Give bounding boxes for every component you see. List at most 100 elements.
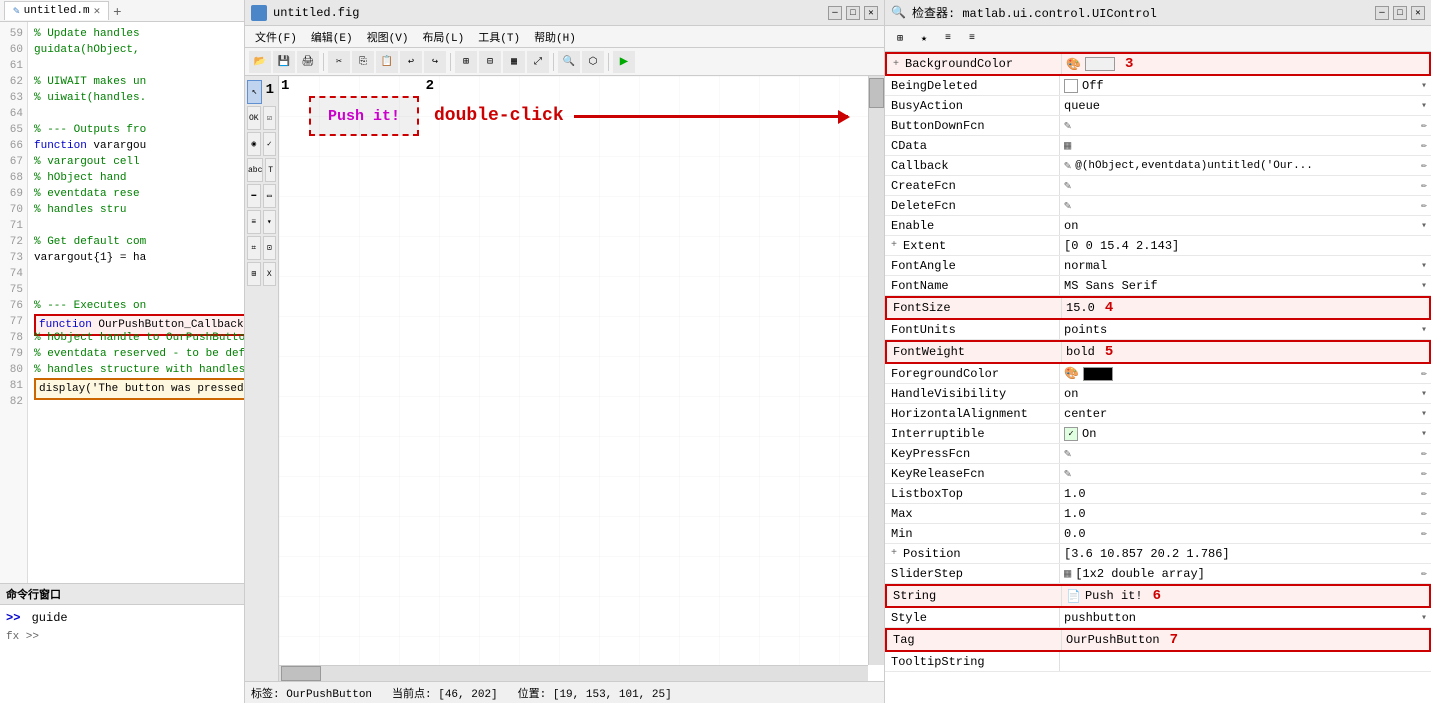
- menu-file[interactable]: 文件(F): [249, 27, 303, 47]
- delete-fcn-edit[interactable]: ✏: [1421, 200, 1427, 212]
- canvas-scroll-vertical[interactable]: [868, 76, 884, 665]
- activex-tool[interactable]: X: [263, 262, 277, 286]
- figure-canvas[interactable]: 1 Push it! 2 double-click: [279, 76, 884, 681]
- prop-value-position[interactable]: [3.6 10.857 20.2 1.786]: [1060, 544, 1431, 563]
- slider-tool[interactable]: ━: [247, 184, 261, 208]
- prop-value-key-press-fcn[interactable]: ✎ ✏: [1060, 444, 1431, 463]
- inspector-tb-btn3[interactable]: ≡: [937, 29, 959, 49]
- inspector-tb-btn1[interactable]: ⊞: [889, 29, 911, 49]
- tb-grid-button[interactable]: ▦: [503, 51, 525, 73]
- prop-value-font-units[interactable]: points ▾: [1060, 320, 1431, 339]
- tb-zoom-button[interactable]: 🔍: [558, 51, 580, 73]
- prop-value-max[interactable]: 1.0 ✏: [1060, 504, 1431, 523]
- slider-step-edit[interactable]: ✏: [1421, 568, 1427, 580]
- enable-dropdown[interactable]: ▾: [1421, 220, 1427, 232]
- button-down-fcn-edit[interactable]: ✏: [1421, 120, 1427, 132]
- prop-value-font-size[interactable]: 15.0 4: [1062, 298, 1429, 318]
- tb-undo-button[interactable]: ↩: [400, 51, 422, 73]
- prop-value-tooltip-string[interactable]: [1060, 652, 1431, 671]
- create-fcn-edit[interactable]: ✏: [1421, 180, 1427, 192]
- being-deleted-dropdown[interactable]: ▾: [1421, 80, 1427, 92]
- push-button-widget[interactable]: Push it!: [309, 96, 419, 136]
- prop-value-handle-visibility[interactable]: on ▾: [1060, 384, 1431, 403]
- listbox-top-edit[interactable]: ✏: [1421, 488, 1427, 500]
- tb-run-button[interactable]: ▶: [613, 51, 635, 73]
- prop-value-listbox-top[interactable]: 1.0 ✏: [1060, 484, 1431, 503]
- being-deleted-checkbox[interactable]: [1064, 79, 1078, 93]
- font-angle-dropdown[interactable]: ▾: [1421, 260, 1427, 272]
- prop-value-enable[interactable]: on ▾: [1060, 216, 1431, 235]
- tb-redo-button[interactable]: ↪: [424, 51, 446, 73]
- edit-tool[interactable]: abc: [247, 158, 263, 182]
- scroll-thumb-v[interactable]: [869, 78, 884, 108]
- prop-value-background-color[interactable]: 🎨 3: [1062, 54, 1429, 74]
- editor-tab[interactable]: ✎ untitled.m ✕: [4, 1, 109, 20]
- tb-copy-button[interactable]: ⎘: [352, 51, 374, 73]
- tb-open-button[interactable]: 📂: [249, 51, 271, 73]
- inspector-close[interactable]: ✕: [1411, 6, 1425, 20]
- font-units-dropdown[interactable]: ▾: [1421, 324, 1427, 336]
- prop-value-key-release-fcn[interactable]: ✎ ✏: [1060, 464, 1431, 483]
- menu-view[interactable]: 视图(V): [361, 27, 415, 47]
- prop-value-button-down-fcn[interactable]: ✎ ✏: [1060, 116, 1431, 135]
- prop-value-font-weight[interactable]: bold 5: [1062, 342, 1429, 362]
- tb-paste-button[interactable]: 📋: [376, 51, 398, 73]
- font-name-dropdown[interactable]: ▾: [1421, 280, 1427, 292]
- tb-dist-button[interactable]: ⊟: [479, 51, 501, 73]
- tb-print-button[interactable]: 🖨: [297, 51, 319, 73]
- canvas-scroll-horizontal[interactable]: [279, 665, 868, 681]
- pushbutton-tool[interactable]: OK: [247, 106, 261, 130]
- prop-value-interruptible[interactable]: ✓ On ▾: [1060, 424, 1431, 443]
- toggle-tool[interactable]: ☑: [263, 106, 277, 130]
- color-swatch-background[interactable]: [1085, 57, 1115, 71]
- check-tool[interactable]: ✓: [263, 132, 277, 156]
- tb-save-button[interactable]: 💾: [273, 51, 295, 73]
- close-button[interactable]: ✕: [864, 6, 878, 20]
- prop-value-cdata[interactable]: ▦ ✏: [1060, 136, 1431, 155]
- menu-edit[interactable]: 编辑(E): [305, 27, 359, 47]
- scroll-thumb-h[interactable]: [281, 666, 321, 681]
- button-group-tool[interactable]: ⊞: [247, 262, 261, 286]
- style-dropdown[interactable]: ▾: [1421, 612, 1427, 624]
- prop-value-foreground-color[interactable]: 🎨 ✏: [1060, 364, 1431, 383]
- inspector-maximize[interactable]: □: [1393, 6, 1407, 20]
- radio-tool[interactable]: ◉: [247, 132, 261, 156]
- tb-align-button[interactable]: ⊞: [455, 51, 477, 73]
- popup-tool[interactable]: ▾: [263, 210, 277, 234]
- prop-value-being-deleted[interactable]: Off ▾: [1060, 76, 1431, 95]
- tab-close-button[interactable]: ✕: [94, 4, 101, 18]
- prop-value-font-name[interactable]: MS Sans Serif ▾: [1060, 276, 1431, 295]
- inspector-tb-btn4[interactable]: ≡: [961, 29, 983, 49]
- cdata-edit[interactable]: ✏: [1421, 140, 1427, 152]
- menu-tools[interactable]: 工具(T): [472, 27, 526, 47]
- text-tool[interactable]: T: [265, 158, 276, 182]
- tb-cut-button[interactable]: ✂: [328, 51, 350, 73]
- color-swatch-foreground[interactable]: [1083, 367, 1113, 381]
- prop-value-callback[interactable]: ✎ @(hObject,eventdata)untitled('Our... ✏: [1060, 156, 1431, 175]
- select-tool[interactable]: ↖: [247, 80, 262, 104]
- listbox-tool[interactable]: ≡: [247, 210, 261, 234]
- panel-tool[interactable]: ⊡: [263, 236, 277, 260]
- key-press-fcn-edit[interactable]: ✏: [1421, 448, 1427, 460]
- min-edit[interactable]: ✏: [1421, 528, 1427, 540]
- horizontal-alignment-dropdown[interactable]: ▾: [1421, 408, 1427, 420]
- prop-value-extent[interactable]: [0 0 15.4 2.143]: [1060, 236, 1431, 255]
- inspector-minimize[interactable]: ─: [1375, 6, 1389, 20]
- tb-resize-button[interactable]: ⤢: [527, 51, 549, 73]
- interruptible-checkbox[interactable]: ✓: [1064, 427, 1078, 441]
- prop-value-slider-step[interactable]: ▦ [1x2 double array] ✏: [1060, 564, 1431, 583]
- axes-tool[interactable]: ⌗: [247, 236, 261, 260]
- callback-edit[interactable]: ✏: [1421, 160, 1427, 172]
- prop-value-horizontal-alignment[interactable]: center ▾: [1060, 404, 1431, 423]
- minimize-button[interactable]: ─: [828, 6, 842, 20]
- foreground-edit[interactable]: ✏: [1421, 368, 1427, 380]
- frame-tool[interactable]: ▭: [263, 184, 277, 208]
- max-edit[interactable]: ✏: [1421, 508, 1427, 520]
- busy-action-dropdown[interactable]: ▾: [1421, 100, 1427, 112]
- menu-layout[interactable]: 布局(L): [416, 27, 470, 47]
- tb-export-button[interactable]: ⬡: [582, 51, 604, 73]
- maximize-button[interactable]: □: [846, 6, 860, 20]
- new-tab-button[interactable]: +: [113, 3, 121, 19]
- menu-help[interactable]: 帮助(H): [528, 27, 582, 47]
- handle-visibility-dropdown[interactable]: ▾: [1421, 388, 1427, 400]
